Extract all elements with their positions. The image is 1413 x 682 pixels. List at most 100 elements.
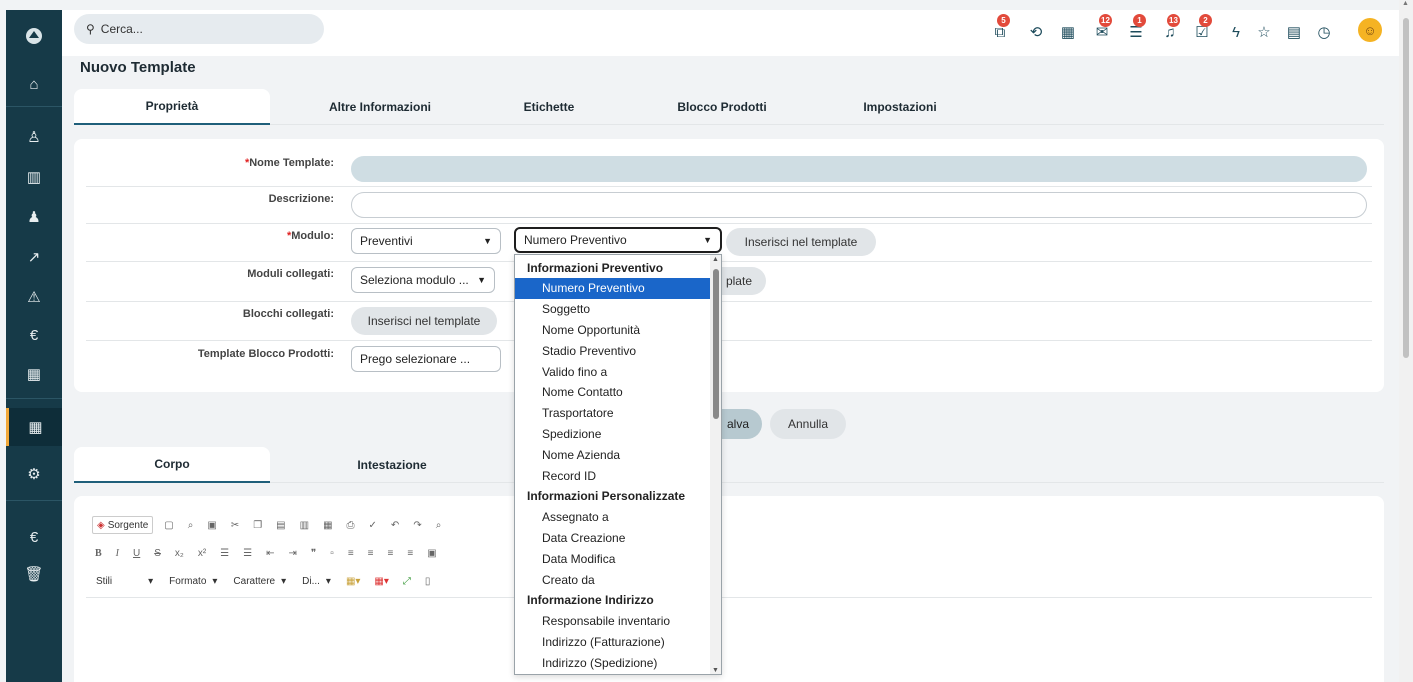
new-page-icon[interactable]: ▢ <box>161 516 176 534</box>
preview-icon[interactable]: ⌕ <box>185 516 197 534</box>
document-icon[interactable]: ▤ <box>1284 22 1304 42</box>
show-blocks-icon[interactable]: ▯ <box>422 572 434 590</box>
div-icon[interactable]: ▫ <box>327 544 337 562</box>
paste-icon[interactable]: ▤ <box>273 516 288 534</box>
settings-icon[interactable]: ⚙ <box>6 462 62 486</box>
mail-icon[interactable]: ✉ 12 <box>1092 14 1112 42</box>
source-button[interactable]: ◈ Sorgente <box>92 516 154 534</box>
text-color-icon[interactable]: ▦▾ <box>343 572 363 590</box>
strikethrough-icon[interactable]: S <box>151 544 164 562</box>
paste-text-icon[interactable]: ▥ <box>297 516 312 534</box>
templates-icon[interactable]: ▣ <box>204 516 219 534</box>
tab-blocco-prodotti[interactable]: Blocco Prodotti <box>664 89 780 125</box>
dropdown-option[interactable]: Soggetto <box>515 299 710 320</box>
trash-icon[interactable]: 🗑 <box>6 562 62 586</box>
search-input[interactable]: ⚲ Cerca... <box>74 14 324 44</box>
chat-icon[interactable]: ☰ 1 <box>1126 14 1146 42</box>
user-icon[interactable]: ♟ <box>6 205 62 229</box>
insert-block-button[interactable]: Inserisci nel template <box>351 307 497 335</box>
size-combo[interactable]: Di... ▾ <box>298 572 335 590</box>
indent-icon[interactable]: ⇥ <box>285 544 299 562</box>
timer-icon[interactable]: ◷ <box>1314 22 1334 42</box>
history-icon[interactable]: ⟲ <box>1026 22 1046 42</box>
nome-template-input[interactable] <box>351 156 1367 182</box>
calendar-icon[interactable]: ▦ <box>1058 22 1078 42</box>
tab-etichette[interactable]: Etichette <box>509 89 589 125</box>
superscript-icon[interactable]: x² <box>195 544 209 562</box>
tab-impostazioni[interactable]: Impostazioni <box>850 89 950 125</box>
copy-icon[interactable]: ❐ <box>250 516 265 534</box>
companies-icon[interactable]: ▥ <box>6 165 62 189</box>
avatar[interactable]: ☺ <box>1358 18 1382 42</box>
home-icon[interactable]: ⌂ <box>6 72 62 96</box>
undo-icon[interactable]: ↶ <box>388 516 402 534</box>
contacts-icon[interactable]: ♙ <box>6 125 62 149</box>
euro2-icon[interactable]: € <box>6 525 62 549</box>
blockquote-icon[interactable]: ❞ <box>308 544 319 562</box>
star-icon[interactable]: ☆ <box>1254 22 1274 42</box>
grid-icon[interactable]: ▦ <box>6 362 62 386</box>
dropdown-option[interactable]: Indirizzo (Fatturazione) <box>515 631 710 652</box>
field-select[interactable]: Numero Preventivo ▼ <box>514 227 722 253</box>
dropdown-option[interactable]: Numero Preventivo <box>515 277 710 299</box>
justify-icon[interactable]: ≡ <box>404 544 416 562</box>
tab-intestazione[interactable]: Intestazione <box>332 447 452 483</box>
dropdown-option[interactable]: Stadio Preventivo <box>515 340 710 361</box>
euro-icon[interactable]: € <box>6 323 62 347</box>
spellcheck-icon[interactable]: ✓ <box>366 516 380 534</box>
italic-icon[interactable]: I <box>113 544 122 562</box>
descrizione-input[interactable] <box>351 192 1367 218</box>
dropdown-option[interactable]: Record ID <box>515 465 710 486</box>
notification-icon[interactable]: ♫ 13 <box>1160 14 1180 42</box>
dropdown-option[interactable]: Spedizione <box>515 423 710 444</box>
dropdown-option[interactable]: Responsabile inventario <box>515 611 710 632</box>
dropdown-option[interactable]: Valido fino a <box>515 361 710 382</box>
format-combo[interactable]: Formato ▾ <box>165 572 221 590</box>
logo-icon[interactable] <box>6 24 62 48</box>
paste-word-icon[interactable]: ▦ <box>320 516 335 534</box>
redo-icon[interactable]: ↷ <box>410 516 424 534</box>
page-scrollbar[interactable]: ▲ <box>1399 0 1413 682</box>
cut-icon[interactable]: ✂ <box>228 516 242 534</box>
print-icon[interactable]: ⎙ <box>344 516 358 534</box>
tab-corpo[interactable]: Corpo <box>74 447 270 483</box>
font-combo[interactable]: Carattere ▾ <box>229 572 290 590</box>
find-icon[interactable]: ⌕ <box>433 516 445 534</box>
dropdown-option[interactable]: Assegnato a <box>515 507 710 528</box>
dropdown-option[interactable]: Nome Opportunità <box>515 319 710 340</box>
bullet-list-icon[interactable]: ☰ <box>240 544 255 562</box>
dropdown-option[interactable]: Data Modifica <box>515 548 710 569</box>
underline-icon[interactable]: U <box>130 544 143 562</box>
bold-icon[interactable]: B <box>92 544 105 562</box>
subscript-icon[interactable]: x₂ <box>172 544 187 562</box>
image-icon[interactable]: ▣ <box>424 544 439 562</box>
insert-field-button[interactable]: Inserisci nel template <box>726 228 876 256</box>
table-icon[interactable]: ▦▾ <box>371 572 391 590</box>
moduli-collegati-select[interactable]: Seleziona modulo ... ▼ <box>351 267 495 293</box>
lightning-icon[interactable]: ϟ <box>1226 22 1246 42</box>
warning-icon[interactable]: ⚠ <box>6 285 62 309</box>
dropdown-option[interactable]: Nome Azienda <box>515 444 710 465</box>
maximize-icon[interactable]: ⤢ <box>400 572 414 590</box>
align-left-icon[interactable]: ≡ <box>345 544 357 562</box>
dropdown-option[interactable]: Indirizzo (Spedizione) <box>515 652 710 673</box>
workflow-icon[interactable]: ⧉ 5 <box>990 14 1010 42</box>
numbered-list-icon[interactable]: ☰ <box>217 544 232 562</box>
align-right-icon[interactable]: ≡ <box>385 544 397 562</box>
align-center-icon[interactable]: ≡ <box>365 544 377 562</box>
outdent-icon[interactable]: ⇤ <box>263 544 277 562</box>
tab-proprieta[interactable]: Proprietà <box>74 89 270 125</box>
styles-combo[interactable]: Stili ▾ <box>92 572 157 590</box>
template-blocco-select[interactable]: Prego selezionare ... <box>351 346 501 372</box>
dropdown-option[interactable]: Creato da <box>515 569 710 590</box>
apps-icon[interactable]: ▦ <box>6 408 62 446</box>
tasks-icon[interactable]: ☑ 2 <box>1192 14 1212 42</box>
modulo-select[interactable]: Preventivi ▼ <box>351 228 501 254</box>
dropdown-option[interactable]: Nome Contatto <box>515 382 710 403</box>
trend-icon[interactable]: ↗ <box>6 245 62 269</box>
dropdown-option[interactable]: Trasportatore <box>515 403 710 424</box>
dropdown-option[interactable]: Data Creazione <box>515 527 710 548</box>
dropdown-scrollbar[interactable]: ▲ ▼ <box>710 255 721 674</box>
cancel-button[interactable]: Annulla <box>770 409 846 439</box>
tab-altre-informazioni[interactable]: Altre Informazioni <box>310 89 450 125</box>
